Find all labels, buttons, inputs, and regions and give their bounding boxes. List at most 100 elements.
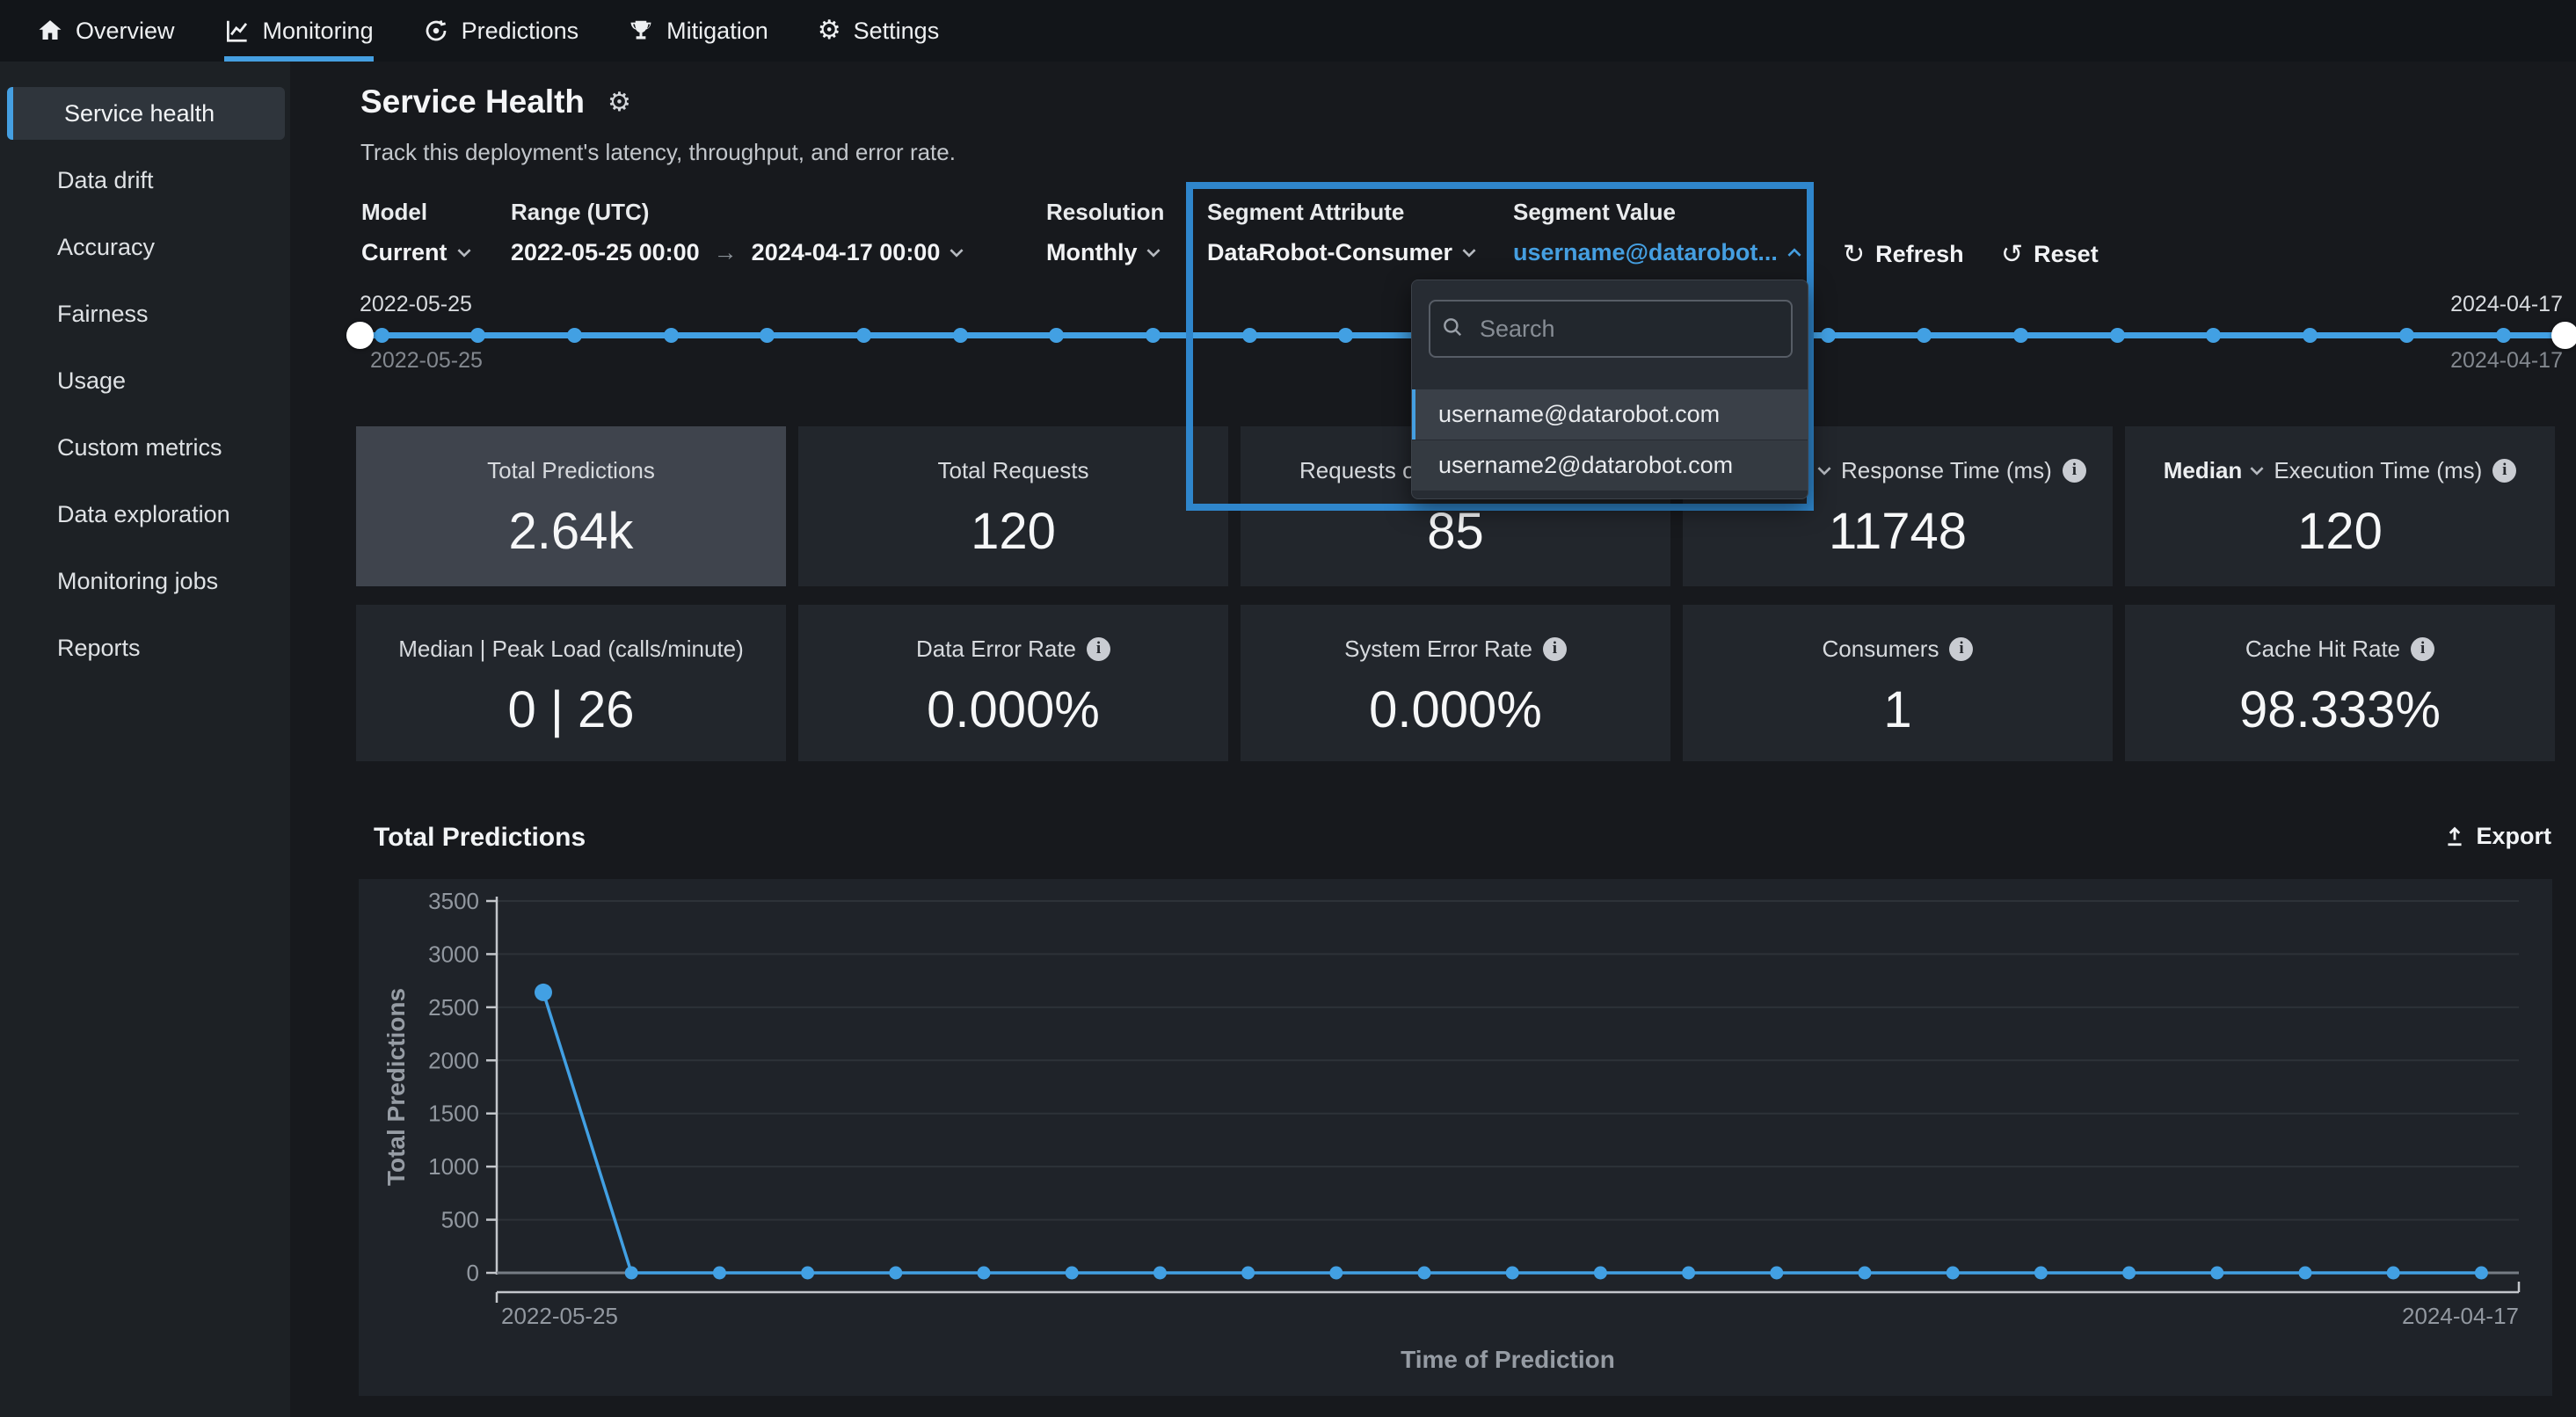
nav-item-mitigation[interactable]: Mitigation xyxy=(628,0,768,62)
sidebar-item-monitoring-jobs[interactable]: Monitoring jobs xyxy=(0,555,290,607)
metric-card-label: Requests ov xyxy=(1299,457,1427,484)
timeline-marker xyxy=(1821,328,1836,343)
sidebar-item-fairness[interactable]: Fairness xyxy=(0,287,290,340)
svg-text:Total Predictions: Total Predictions xyxy=(382,988,410,1186)
export-button[interactable]: Export xyxy=(2442,823,2551,850)
sidebar-item-data-drift[interactable]: Data drift xyxy=(0,154,290,207)
timeline-marker xyxy=(1917,328,1932,343)
timeline-handle-start[interactable] xyxy=(346,322,374,349)
timeline-marker xyxy=(953,328,968,343)
metric-card-value: 98.333% xyxy=(2125,682,2555,738)
info-icon[interactable]: i xyxy=(2063,459,2086,483)
nav-item-monitoring[interactable]: Monitoring xyxy=(224,0,374,62)
home-icon xyxy=(37,18,63,44)
timeline-marker xyxy=(375,328,389,343)
nav-item-label: Overview xyxy=(76,18,175,45)
reset-button[interactable]: ↺ Reset xyxy=(2001,239,2099,270)
nav-item-overview[interactable]: Overview xyxy=(37,0,175,62)
timeline-marker xyxy=(664,328,679,343)
top-nav: Overview Monitoring Predictions Mitigation ⚙… xyxy=(0,0,2576,62)
resolution-select[interactable]: Monthly xyxy=(1046,239,1161,266)
metric-card-label: Execution Time (ms) xyxy=(2274,457,2482,484)
metric-card-label: Total Requests xyxy=(938,457,1089,484)
nav-item-label: Monitoring xyxy=(263,18,374,45)
refresh-icon: ↻ xyxy=(1843,239,1865,270)
metric-card-value: 85 xyxy=(1241,504,1670,560)
info-icon[interactable]: i xyxy=(1087,637,1110,661)
nav-item-settings[interactable]: ⚙Settings xyxy=(818,0,939,62)
timeline-handle-end[interactable] xyxy=(2551,322,2576,349)
resolution-label: Resolution xyxy=(1046,199,1164,226)
metric-card-value: 11748 xyxy=(1683,504,2113,560)
segment-value-dropdown: username@datarobot.comusername2@datarobo… xyxy=(1411,280,1808,499)
chart-title: Total Predictions xyxy=(374,823,586,853)
predictions-icon xyxy=(423,18,449,44)
metric-card-median-peak-load-calls-minute[interactable]: Median | Peak Load (calls/minute) 0 | 26 xyxy=(356,605,786,761)
svg-text:500: 500 xyxy=(441,1207,479,1233)
timeline-marker xyxy=(1242,328,1257,343)
svg-text:2024-04-17: 2024-04-17 xyxy=(2402,1303,2519,1329)
chevron-down-icon xyxy=(1461,248,1477,258)
nav-item-predictions[interactable]: Predictions xyxy=(423,0,579,62)
sidebar-item-reports[interactable]: Reports xyxy=(0,621,290,674)
chevron-down-icon xyxy=(456,248,472,258)
metric-card-label: Total Predictions xyxy=(487,457,655,484)
segment-option[interactable]: username2@datarobot.com xyxy=(1412,440,1808,490)
metric-card-total-requests[interactable]: Total Requests120 xyxy=(798,426,1228,586)
svg-text:Time of Prediction: Time of Prediction xyxy=(1401,1346,1615,1373)
svg-text:1000: 1000 xyxy=(428,1153,479,1180)
metric-card-label: Cache Hit Rate xyxy=(2245,636,2400,663)
export-icon xyxy=(2442,825,2467,849)
timeline-marker xyxy=(567,328,582,343)
timeline-marker xyxy=(1049,328,1064,343)
range-end: 2024-04-17 00:00 xyxy=(752,239,941,266)
metric-card-label: Data Error Rate xyxy=(916,636,1076,663)
segment-search-input[interactable] xyxy=(1429,300,1793,358)
gear-icon: ⚙ xyxy=(818,18,841,45)
metric-card-consumers[interactable]: Consumersi1 xyxy=(1683,605,2113,761)
reset-icon: ↺ xyxy=(2001,239,2023,270)
info-icon[interactable]: i xyxy=(1949,637,1973,661)
aggregation-select[interactable]: Median xyxy=(2164,457,2243,484)
chevron-down-icon xyxy=(1146,248,1161,258)
svg-text:3000: 3000 xyxy=(428,941,479,967)
model-select[interactable]: Current xyxy=(361,239,472,266)
timeline-marker xyxy=(2110,328,2125,343)
info-icon[interactable]: i xyxy=(2492,459,2516,483)
sidebar-item-service-health[interactable]: Service health xyxy=(7,87,285,140)
metric-card-system-error-rate[interactable]: System Error Rate i 0.000% xyxy=(1241,605,1670,761)
metric-card-execution-time-ms[interactable]: Median Execution Time (ms) i 120 xyxy=(2125,426,2555,586)
page-subtitle: Track this deployment's latency, through… xyxy=(360,139,956,166)
metric-card-total-predictions[interactable]: Total Predictions2.64k xyxy=(356,426,786,586)
metric-card-label: System Error Rate xyxy=(1344,636,1532,663)
svg-text:3500: 3500 xyxy=(428,888,479,914)
segment-attribute-select[interactable]: DataRobot-Consumer xyxy=(1207,239,1477,266)
metric-card-value: 0 | 26 xyxy=(356,682,786,738)
sidebar-item-custom-metrics[interactable]: Custom metrics xyxy=(0,421,290,474)
range-select[interactable]: 2022-05-25 00:00 → 2024-04-17 00:00 xyxy=(511,239,964,266)
timeline-marker xyxy=(856,328,871,343)
refresh-button[interactable]: ↻ Refresh xyxy=(1843,239,1964,270)
metric-card-value: 0.000% xyxy=(798,682,1228,738)
timeline-marker xyxy=(2013,328,2028,343)
metric-card-data-error-rate[interactable]: Data Error Rate i 0.000% xyxy=(798,605,1228,761)
sidebar-item-usage[interactable]: Usage xyxy=(0,354,290,407)
sidebar-item-data-exploration[interactable]: Data exploration xyxy=(0,488,290,541)
info-icon[interactable]: i xyxy=(2411,637,2434,661)
timeline-marker xyxy=(1146,328,1161,343)
segment-option[interactable]: username@datarobot.com xyxy=(1412,389,1808,440)
sidebar-item-accuracy[interactable]: Accuracy xyxy=(0,221,290,273)
metric-card-cache-hit-rate[interactable]: Cache Hit Rate i 98.333% xyxy=(2125,605,2555,761)
metric-card-value: 0.000% xyxy=(1241,682,1670,738)
metric-card-label: Median | Peak Load (calls/minute) xyxy=(398,636,744,663)
timeline-marker xyxy=(2303,328,2318,343)
info-icon[interactable]: i xyxy=(1543,637,1567,661)
timeline-marker xyxy=(1338,328,1353,343)
settings-gear-icon[interactable]: ⚙ xyxy=(608,87,631,118)
segment-value-select[interactable]: username@datarobot... xyxy=(1513,239,1802,266)
timeline-start-label: 2022-05-25 xyxy=(360,292,472,317)
svg-text:2500: 2500 xyxy=(428,994,479,1021)
metric-card-value: 120 xyxy=(2125,504,2555,560)
timeline-marker xyxy=(2206,328,2221,343)
metric-card-value: 1 xyxy=(1683,682,2113,738)
